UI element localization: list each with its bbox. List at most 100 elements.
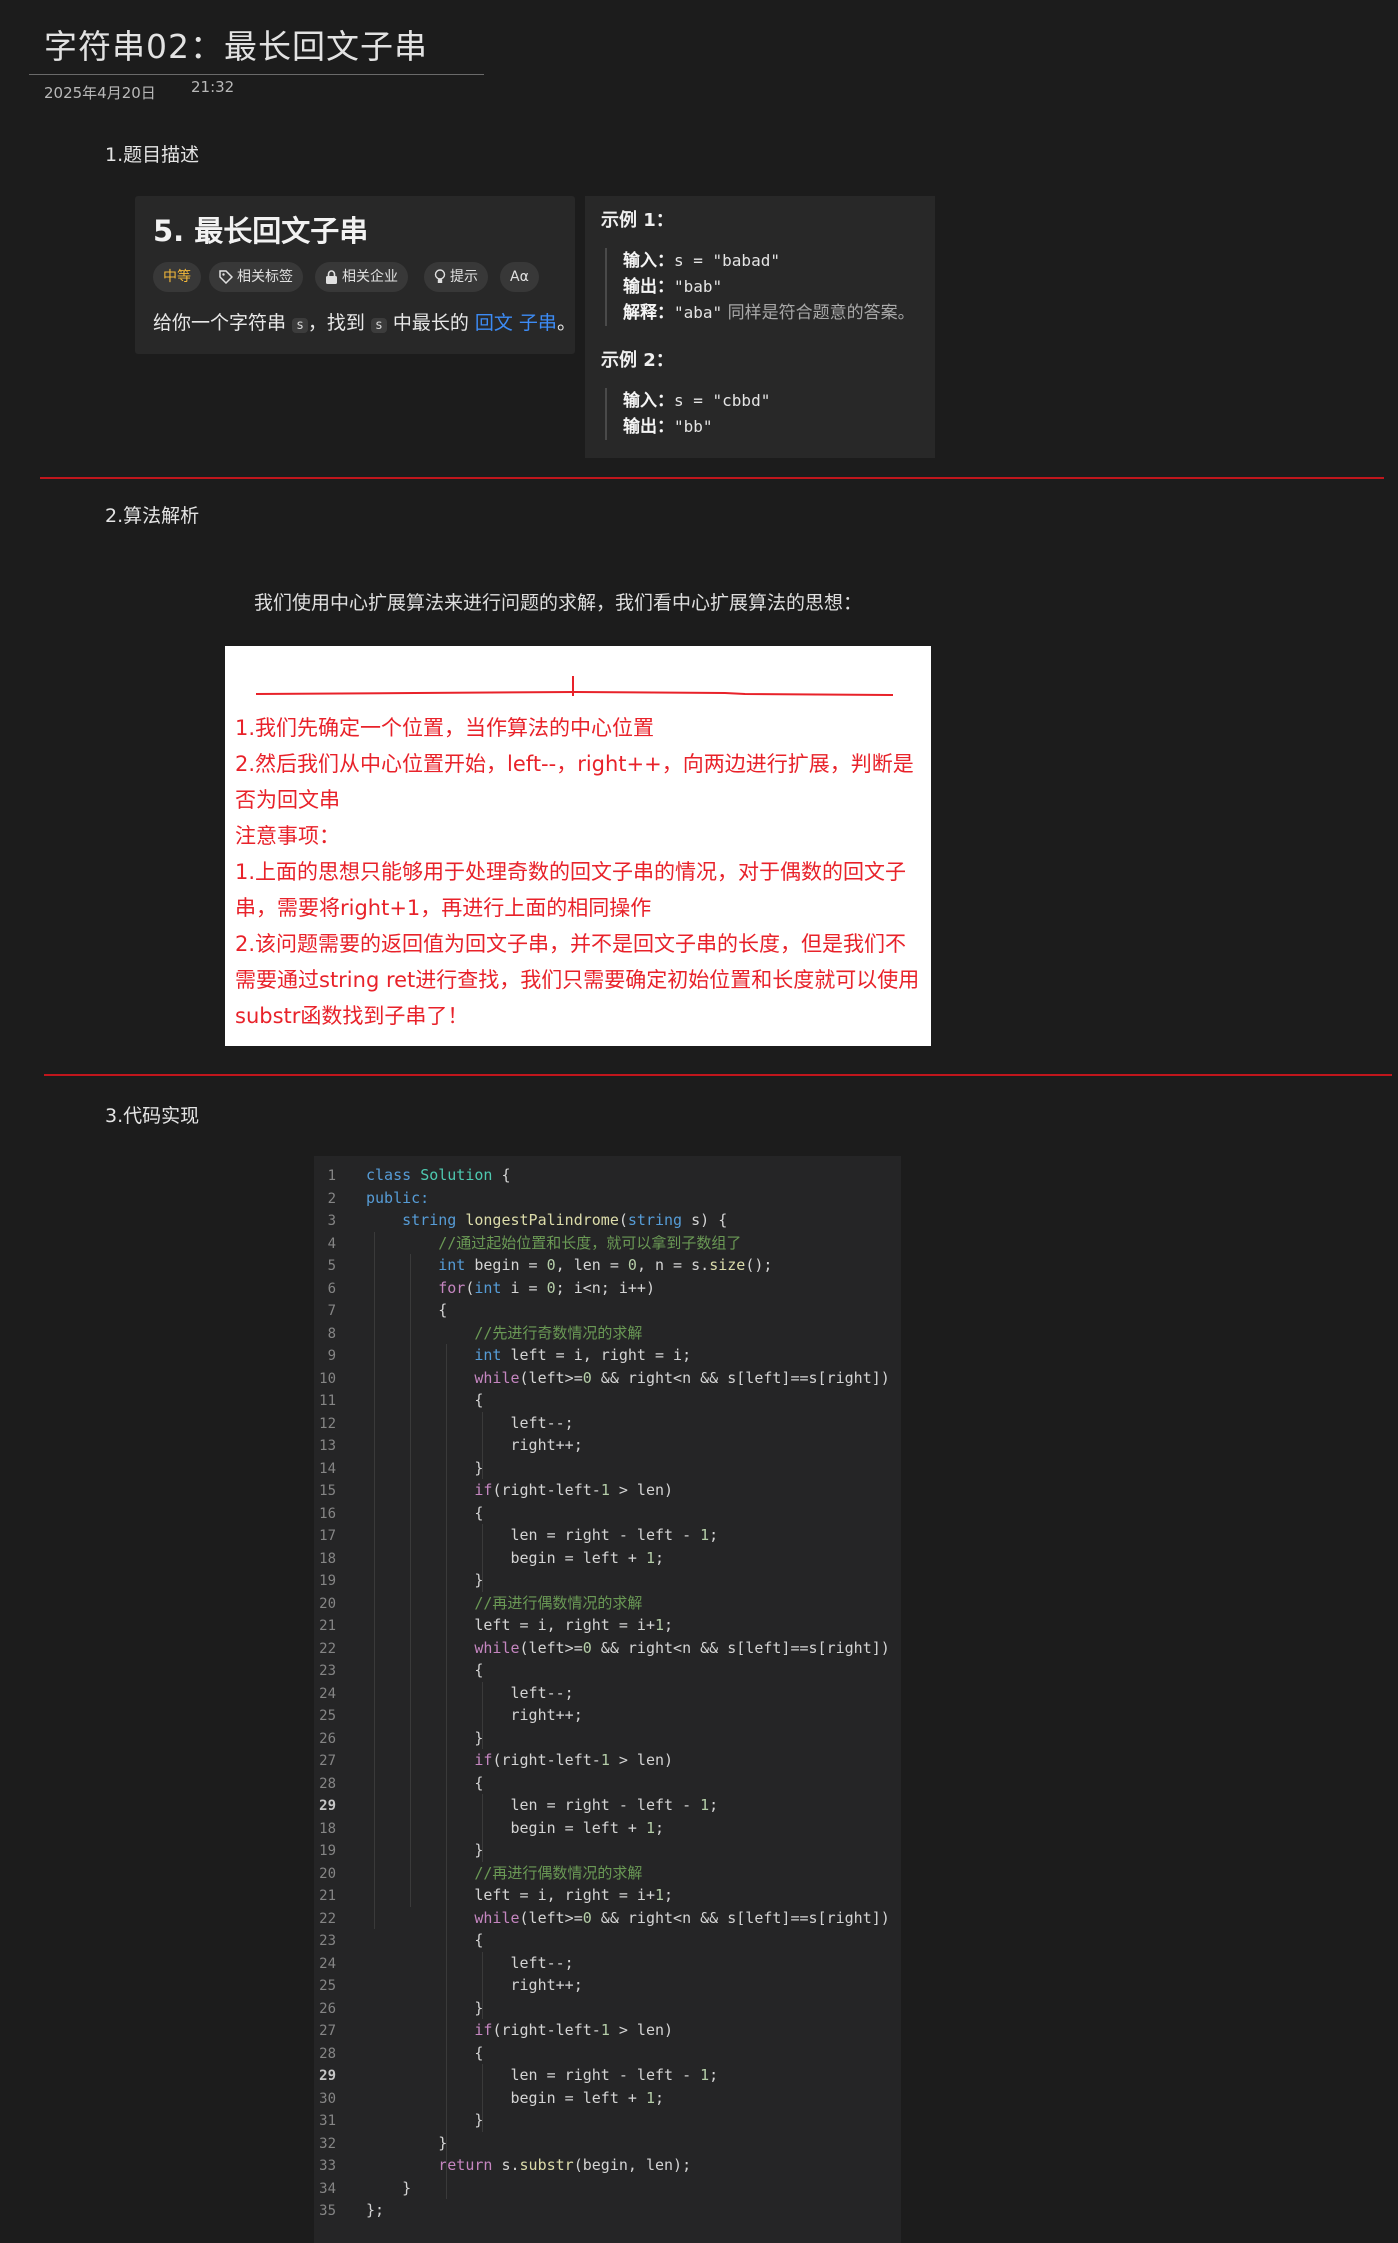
- red-divider: [44, 1074, 1392, 1076]
- code-text: len = right - left - 1;: [366, 1526, 719, 1544]
- line-number: 17: [319, 1528, 336, 1544]
- inline-code: s: [292, 318, 308, 333]
- line-number: 7: [327, 1303, 336, 1319]
- line-number: 1: [327, 1168, 336, 1184]
- line-number: 26: [319, 2000, 336, 2017]
- line-number: 29: [319, 1798, 336, 1814]
- line-number: 18: [319, 1550, 336, 1567]
- related-tags-button[interactable]: 相关标签: [209, 262, 303, 292]
- code-text: //再进行偶数情况的求解: [474, 1863, 643, 1882]
- note-date: 2025年4月20日: [44, 84, 156, 102]
- indent-guide: [482, 1951, 483, 2019]
- code-text: {: [366, 1301, 448, 1319]
- output-label: 输出：: [623, 277, 674, 297]
- code-text: }: [366, 2111, 484, 2129]
- problem-title: 5. 最长回文子串: [153, 214, 369, 248]
- code-line: 8 //先进行奇数情况的求解: [314, 1322, 643, 1345]
- indent-guide: [482, 1524, 483, 1592]
- indent-guide: [482, 2064, 483, 2132]
- code-text: //先进行奇数情况的求解: [474, 1323, 643, 1342]
- explanation-code: "aba": [674, 303, 723, 322]
- code-text: if(right-left-1 > len): [474, 2021, 674, 2039]
- line-number: 33: [319, 2158, 336, 2174]
- code-text: if(right-left-1 > len): [474, 1481, 674, 1499]
- note-line: 1.上面的思想只能够用于处理奇数的回文子串的情况，对于偶数的回文子串，需要将ri…: [235, 860, 907, 920]
- line-number: 4: [327, 1235, 336, 1252]
- note-line: 2.然后我们从中心位置开始，left--，right++，向两边进行扩展，判断是…: [235, 752, 914, 812]
- analysis-notes: 1.我们先确定一个位置，当作算法的中心位置 2.然后我们从中心位置开始，left…: [235, 710, 925, 1034]
- section-heading-code: 3.代码实现: [105, 1105, 200, 1127]
- code-text: }: [366, 1458, 484, 1477]
- section-heading-description: 1.题目描述: [105, 144, 200, 166]
- code-line: 2 public:: [314, 1187, 430, 1210]
- note-line: 2.该问题需要的返回值为回文子串，并不是回文子串的长度，但是我们不需要通过str…: [235, 932, 920, 1028]
- code-line: 20 //再进行偶数情况的求解: [314, 1862, 642, 1885]
- note-line: 1.我们先确定一个位置，当作算法的中心位置: [235, 716, 655, 740]
- section-heading-analysis: 2.算法解析: [105, 505, 200, 527]
- code-line: 13 right++;: [314, 1434, 583, 1457]
- code-line: 15 if(right-left-1 > len): [314, 1479, 673, 1502]
- lightbulb-icon: [434, 269, 446, 283]
- code-line: 11 {: [314, 1389, 483, 1412]
- line-number: 26: [319, 1730, 336, 1747]
- line-number: 30: [319, 2090, 336, 2107]
- explanation-text: 同样是符合题意的答案。: [727, 303, 915, 323]
- code-block: 1 class Solution {2 public: 3 string longes…: [314, 1156, 901, 2243]
- code-line: 16 {: [314, 1502, 483, 1525]
- line-number: 21: [319, 1618, 336, 1634]
- code-text: }: [366, 1998, 484, 2017]
- hint-button[interactable]: 提示: [424, 262, 488, 292]
- code-text: {: [366, 1931, 484, 1949]
- code-text: }: [366, 1841, 484, 1859]
- code-line: 22 while(left>=0 && right<n && s[left]==…: [314, 1637, 890, 1660]
- related-companies-label: 相关企业: [342, 269, 398, 285]
- code-text: left = i, right = i+1;: [366, 1886, 674, 1904]
- line-number: 35: [319, 2203, 336, 2219]
- code-text: {: [366, 1773, 484, 1792]
- line-number: 32: [319, 2135, 336, 2152]
- line-number: 31: [319, 2113, 336, 2129]
- analysis-note-panel: 1.我们先确定一个位置，当作算法的中心位置 2.然后我们从中心位置开始，left…: [225, 646, 931, 1046]
- code-text: if(right-left-1 > len): [474, 1751, 674, 1769]
- code-line: 20 //再进行偶数情况的求解: [314, 1592, 642, 1615]
- line-number: 5: [327, 1258, 336, 1274]
- code-text: right++;: [366, 1976, 583, 1994]
- note-line: 注意事项：: [235, 824, 340, 848]
- line-number: 28: [319, 1775, 336, 1792]
- inline-code: s: [370, 318, 387, 333]
- tag-icon: [219, 270, 234, 285]
- line-number: 25: [319, 1978, 336, 1994]
- hint-label: 提示: [450, 269, 478, 285]
- line-number: 25: [319, 1708, 336, 1724]
- code-line: 28 {: [314, 1772, 483, 1795]
- code-text: return s.substr(begin, len);: [438, 2156, 692, 2174]
- code-line: 19 }: [314, 1839, 483, 1862]
- code-line: 23 {: [314, 1659, 483, 1682]
- code-text: left--;: [366, 1953, 574, 1972]
- palindrome-substring-link[interactable]: 回文 子串: [475, 312, 557, 334]
- line-number: 21: [319, 1888, 336, 1904]
- code-text: while(left>=0 && right<n && s[left]==s[r…: [474, 1368, 890, 1387]
- code-line: 24 left--;: [314, 1952, 574, 1975]
- line-number: 27: [319, 1753, 336, 1769]
- desc-text: 。: [556, 312, 576, 334]
- line-number: 9: [327, 1348, 336, 1364]
- input-value: s = "cbbd": [674, 391, 771, 410]
- code-line: 28 {: [314, 2042, 483, 2065]
- code-line: 5 int begin = 0, len = 0, n = s.size();: [314, 1254, 773, 1277]
- code-line: 26 }: [314, 1997, 483, 2020]
- example-2-heading: 示例 2：: [601, 350, 674, 371]
- code-text: while(left>=0 && right<n && s[left]==s[r…: [474, 1638, 890, 1657]
- font-size-button[interactable]: Aα: [500, 262, 539, 292]
- line-number: 6: [327, 1280, 336, 1297]
- analysis-intro: 我们使用中心扩展算法来进行问题的求解，我们看中心扩展算法的思想：: [254, 592, 863, 614]
- related-companies-button[interactable]: 相关企业: [315, 262, 408, 292]
- code-line: 10 while(left>=0 && right<n && s[left]==…: [314, 1367, 890, 1390]
- problem-description: 给你一个字符串 s ，找到 s 中最长的 回文 子串。: [153, 308, 576, 335]
- code-line: 31 }: [314, 2109, 483, 2132]
- code-line: 12 left--;: [314, 1412, 574, 1435]
- difficulty-badge[interactable]: 中等: [153, 262, 201, 292]
- line-number: 20: [319, 1595, 336, 1612]
- line-number: 23: [319, 1933, 336, 1949]
- code-text: }: [366, 2133, 448, 2152]
